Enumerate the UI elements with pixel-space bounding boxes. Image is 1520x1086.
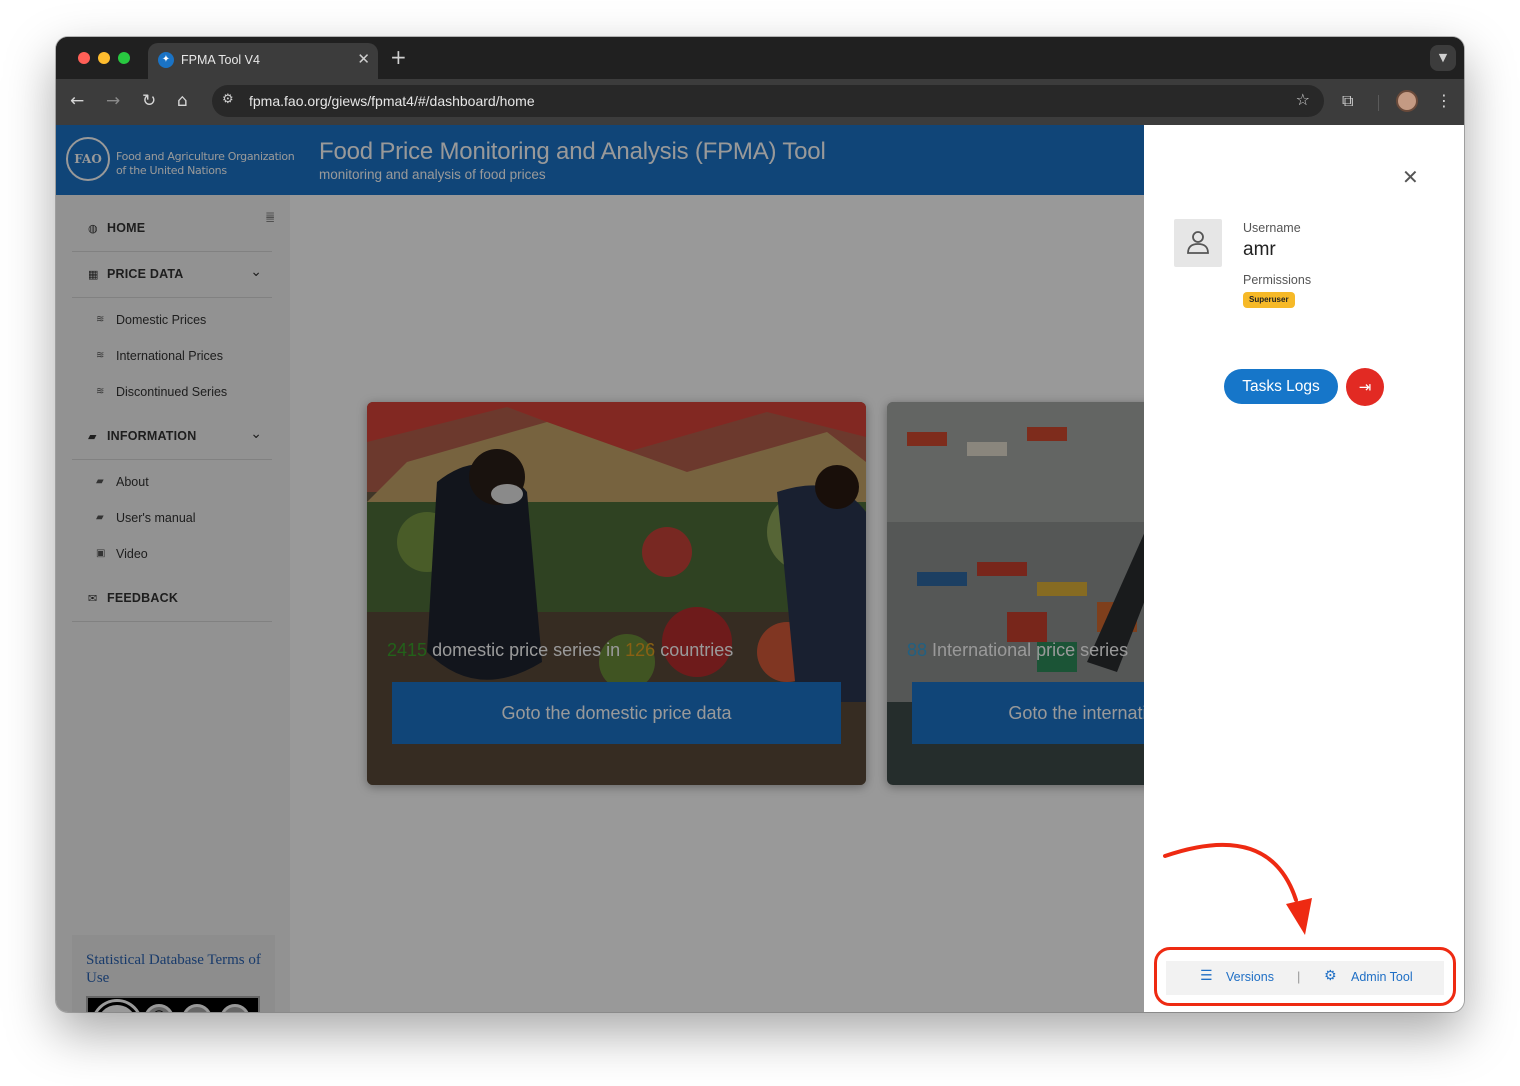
browser-toolbar: ← → ↻ ⌂ ⚙ fpma.fao.org/giews/fpmat4/#/da… [56, 79, 1464, 125]
new-tab-icon[interactable]: + [390, 45, 407, 69]
site-settings-icon[interactable]: ⚙ [222, 92, 234, 107]
address-bar[interactable]: ⚙ fpma.fao.org/giews/fpmat4/#/dashboard/… [212, 85, 1324, 117]
user-icon [1187, 231, 1209, 254]
toolbar-divider [1378, 95, 1379, 111]
user-drawer: ✕ Username amr Permissions Superuser Tas… [1144, 125, 1464, 1012]
tab-strip: ✦ FPMA Tool V4 ✕ + ▼ [56, 37, 1464, 79]
username-value: amr [1243, 239, 1276, 260]
close-icon[interactable]: ✕ [1402, 165, 1419, 189]
reload-icon[interactable]: ↻ [142, 91, 156, 111]
forward-icon[interactable]: → [106, 91, 120, 111]
minimize-window-button[interactable] [98, 52, 110, 64]
modal-backdrop[interactable] [56, 125, 1144, 1012]
browser-tab[interactable]: ✦ FPMA Tool V4 ✕ [148, 43, 378, 79]
tasks-logs-button[interactable]: Tasks Logs [1224, 369, 1338, 404]
bookmark-star-icon[interactable]: ☆ [1296, 90, 1310, 109]
tab-title: FPMA Tool V4 [181, 53, 260, 67]
permission-badge: Superuser [1243, 292, 1295, 308]
fao-favicon-icon: ✦ [158, 52, 174, 68]
tab-close-icon[interactable]: ✕ [357, 50, 370, 68]
browser-menu-icon[interactable]: ⋮ [1436, 91, 1452, 110]
url-text[interactable]: fpma.fao.org/giews/fpmat4/#/dashboard/ho… [249, 93, 535, 109]
home-icon[interactable]: ⌂ [177, 91, 188, 111]
username-label: Username [1243, 221, 1301, 235]
page-viewport: FAO Food and Agriculture Organization of… [56, 125, 1464, 1012]
extensions-icon[interactable]: ⧉ [1342, 91, 1353, 111]
logout-icon[interactable]: ⇥ [1346, 368, 1384, 406]
back-icon[interactable]: ← [70, 91, 84, 111]
tab-search-chevron-icon[interactable]: ▼ [1430, 45, 1456, 71]
profile-avatar[interactable] [1396, 90, 1418, 112]
browser-window: ✦ FPMA Tool V4 ✕ + ▼ ← → ↻ ⌂ ⚙ fpma.fao.… [56, 37, 1464, 1012]
annotation-highlight-box [1154, 947, 1456, 1006]
close-window-button[interactable] [78, 52, 90, 64]
zoom-window-button[interactable] [118, 52, 130, 64]
permissions-label: Permissions [1243, 273, 1312, 287]
user-avatar [1174, 219, 1222, 267]
